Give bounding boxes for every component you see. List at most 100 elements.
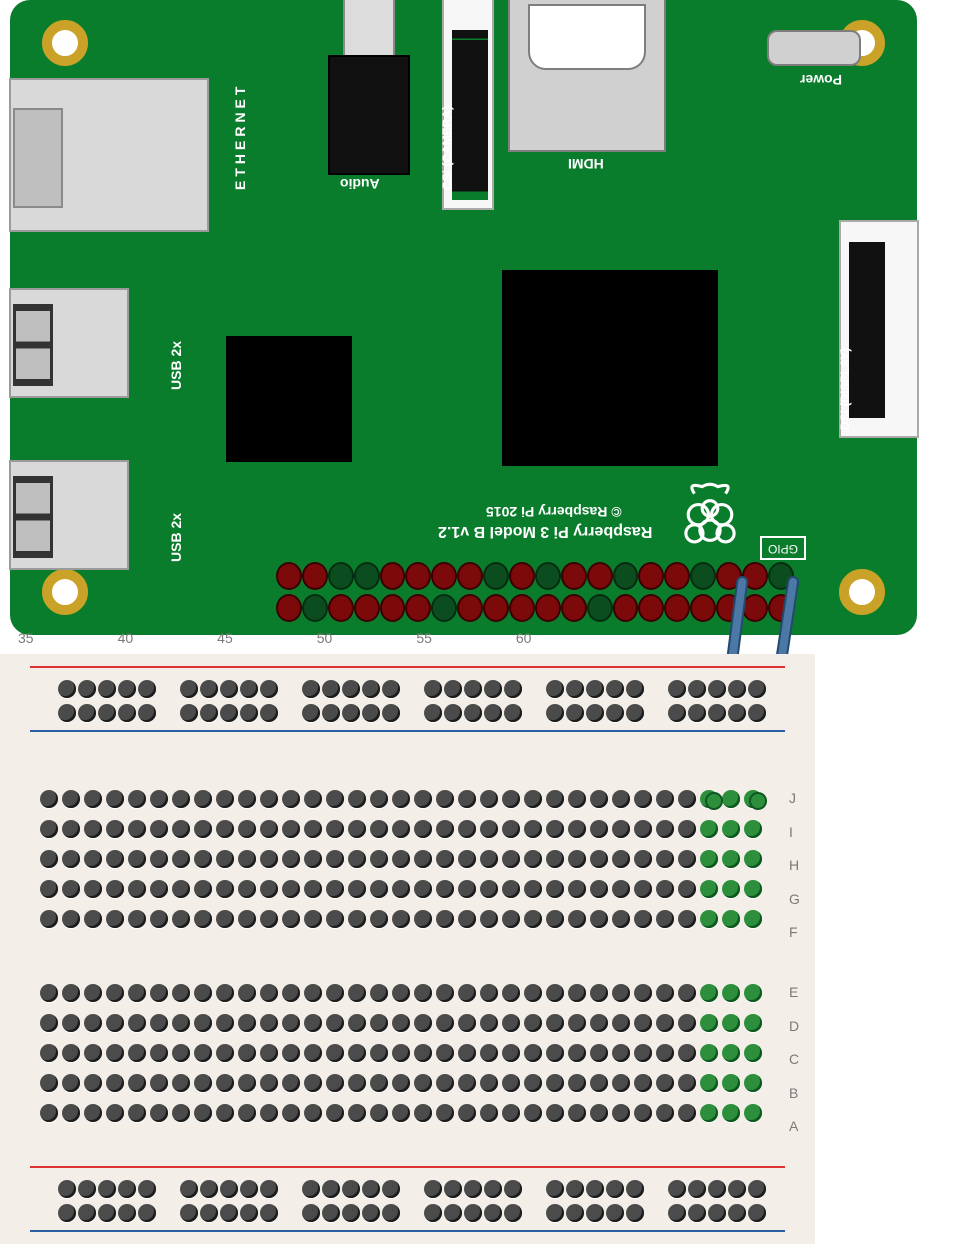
rail-hole	[606, 1204, 624, 1222]
tie-point	[282, 1044, 300, 1062]
tie-point	[106, 1104, 124, 1122]
tie-point	[216, 1104, 234, 1122]
breadboard: 354045505560 JIHGF EDCBA 354045505560	[0, 654, 815, 1244]
tie-point	[678, 1014, 696, 1032]
rail-hole	[200, 704, 218, 722]
tie-point	[150, 1104, 168, 1122]
tie-point	[722, 1074, 740, 1092]
tie-point	[172, 1014, 190, 1032]
tie-point	[634, 1014, 652, 1032]
tie-point	[458, 820, 476, 838]
tie-point	[304, 984, 322, 1002]
rail-hole	[748, 1180, 766, 1198]
gpio-pin	[380, 594, 406, 622]
tie-point	[282, 1014, 300, 1032]
tie-point	[370, 1044, 388, 1062]
tie-point	[722, 910, 740, 928]
tie-point	[722, 1104, 740, 1122]
tie-point	[260, 880, 278, 898]
rail-hole	[566, 1204, 584, 1222]
gpio-pin	[561, 594, 587, 622]
tie-point	[238, 880, 256, 898]
tie-point	[502, 1074, 520, 1092]
model-text: Raspberry Pi 3 Model B v1.2	[438, 522, 652, 540]
rail-hole	[58, 1180, 76, 1198]
rail-hole	[362, 680, 380, 698]
rail-hole	[58, 704, 76, 722]
tie-point	[678, 1104, 696, 1122]
tie-point	[568, 850, 586, 868]
tie-point	[568, 1044, 586, 1062]
rail-hole	[200, 680, 218, 698]
gpio-pin	[276, 594, 302, 622]
gpio-pin	[613, 562, 639, 590]
tie-point	[216, 820, 234, 838]
tie-point	[62, 820, 80, 838]
gpio-pin	[561, 562, 587, 590]
row-letter: C	[789, 1051, 807, 1067]
tie-point	[128, 910, 146, 928]
tie-point	[128, 790, 146, 808]
tie-point	[590, 1104, 608, 1122]
tie-point	[260, 790, 278, 808]
rail-hole	[748, 704, 766, 722]
tie-point	[722, 984, 740, 1002]
rail-hole	[302, 1204, 320, 1222]
rail-hole	[260, 680, 278, 698]
rail-hole	[668, 680, 686, 698]
tie-point	[568, 790, 586, 808]
tie-point	[568, 1104, 586, 1122]
tie-point	[458, 790, 476, 808]
tie-point	[84, 1014, 102, 1032]
micro-usb-power	[767, 30, 861, 66]
gpio-pin	[690, 562, 716, 590]
rail-hole	[728, 680, 746, 698]
terminal-strip-top: JIHGF	[30, 790, 785, 940]
rail-hole	[342, 680, 360, 698]
tie-point	[524, 1044, 542, 1062]
tie-point	[128, 984, 146, 1002]
tie-point	[282, 790, 300, 808]
rail-hole	[688, 1204, 706, 1222]
tie-point	[546, 820, 564, 838]
tie-point	[634, 1104, 652, 1122]
power-label: Power	[800, 72, 842, 88]
audio-jack	[328, 55, 410, 175]
tie-point	[172, 850, 190, 868]
tie-point	[370, 1104, 388, 1122]
tie-point	[304, 1074, 322, 1092]
tie-point	[480, 910, 498, 928]
tie-point	[458, 984, 476, 1002]
tie-point	[634, 1074, 652, 1092]
tie-point	[458, 1074, 476, 1092]
rail-hole	[504, 680, 522, 698]
tie-point	[106, 984, 124, 1002]
tie-point	[546, 790, 564, 808]
rail-hole	[586, 704, 604, 722]
row-letter: D	[789, 1018, 807, 1034]
rail-hole	[566, 680, 584, 698]
tie-point	[502, 1104, 520, 1122]
gpio-pin	[483, 562, 509, 590]
rail-hole	[464, 704, 482, 722]
tie-point	[678, 1044, 696, 1062]
tie-point	[260, 1044, 278, 1062]
rail-hole	[322, 680, 340, 698]
rail-hole	[302, 704, 320, 722]
tie-point	[458, 1044, 476, 1062]
tie-point	[172, 1044, 190, 1062]
tie-point	[84, 790, 102, 808]
rail-hole	[118, 1204, 136, 1222]
tie-point	[436, 1104, 454, 1122]
rail-hole	[424, 704, 442, 722]
row-letter: H	[789, 857, 807, 873]
rail-hole	[362, 1204, 380, 1222]
tie-point	[128, 820, 146, 838]
tie-point	[480, 1044, 498, 1062]
tie-point	[546, 910, 564, 928]
tie-point	[722, 820, 740, 838]
tie-point	[238, 1074, 256, 1092]
tie-point	[260, 1074, 278, 1092]
tie-point	[40, 1044, 58, 1062]
tie-point	[612, 880, 630, 898]
